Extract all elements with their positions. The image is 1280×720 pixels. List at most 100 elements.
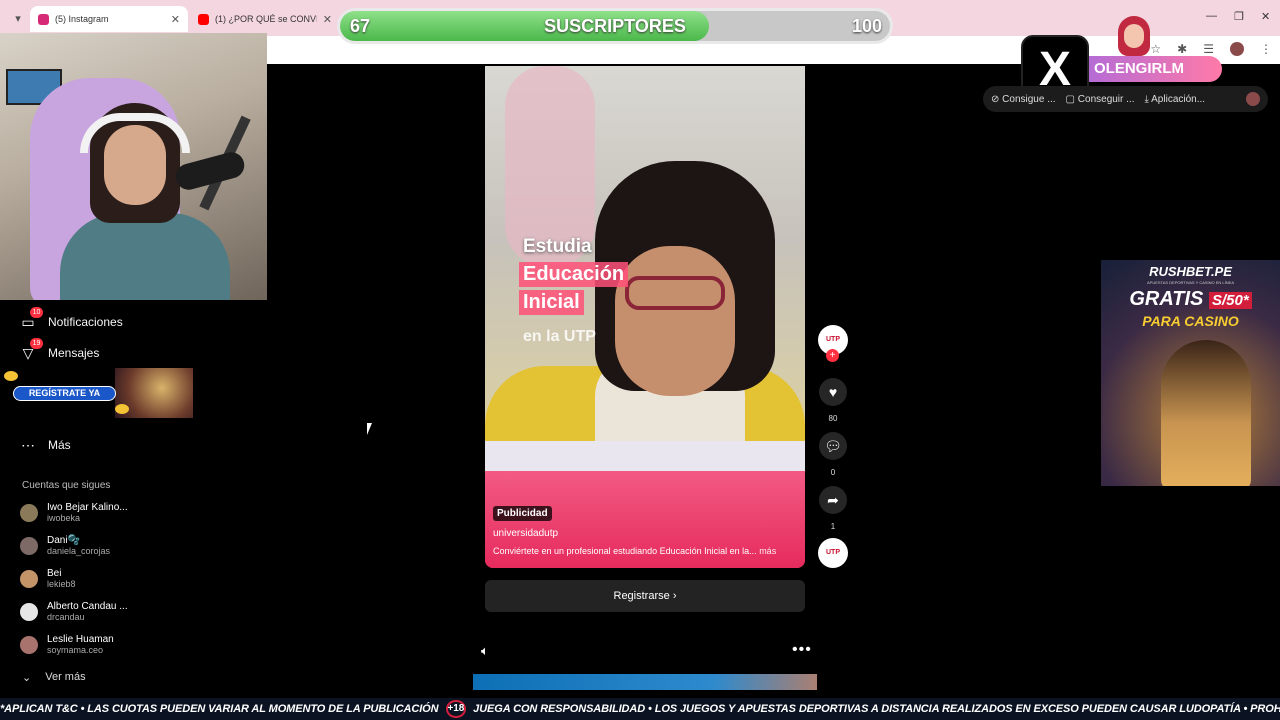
tab-instagram[interactable]: (5) Instagram ✕ (30, 6, 188, 32)
more-options-icon[interactable]: ••• (792, 641, 812, 659)
cta-label: Registrarse (613, 590, 670, 602)
following-name: Bei (47, 568, 62, 579)
nav-label: Notificaciones (48, 315, 123, 329)
following-item[interactable]: Alberto Candau ... drcandau (20, 601, 128, 622)
reel-overlay-line: en la UTP (523, 328, 596, 345)
glasses (625, 276, 725, 310)
nav-notifications[interactable]: ▭ 10 Notificaciones (20, 307, 123, 330)
nav-more[interactable]: ⋯ Más (20, 437, 71, 453)
audio-avatar[interactable]: UTP (818, 538, 848, 568)
mouse-cursor-icon (367, 423, 375, 435)
following-handle: soymama.ceo (47, 645, 104, 655)
disclaimer-ticker: *APLICAN T&C • LAS CUOTAS PUEDEN VARIAR … (0, 698, 1280, 720)
extensions-icon[interactable]: ✱ (1177, 42, 1187, 56)
sponsor-brand: RUSHBET.PE (1149, 264, 1232, 279)
girl-face (615, 246, 735, 396)
following-handle: drcandau (47, 612, 85, 622)
notifications-badge: 10 (30, 307, 43, 318)
register-now-button[interactable]: REGÍSTRATE YA (13, 386, 116, 401)
messages-badge: 19 (30, 338, 43, 349)
following-item[interactable]: Iwo Bejar Kalino... iwobeka (20, 502, 128, 523)
reel-description: Conviértete en un profesional estudiando… (493, 546, 793, 556)
bookmark-1[interactable]: ⊘ Consigue ... (991, 94, 1056, 105)
reading-list-icon[interactable]: ☰ (1203, 42, 1214, 56)
betting-promo-banner[interactable]: REGÍSTRATE YA (10, 368, 193, 418)
chevron-right-icon: › (672, 590, 677, 602)
see-more-link[interactable]: ⌄ Ver más (22, 671, 86, 684)
nav-label: Mensajes (48, 346, 100, 360)
sponsor-offer: GRATIS S/50* (1101, 288, 1280, 311)
reel-video[interactable]: Estudia Educación Inicial en la UTP Publ… (485, 66, 805, 568)
avatar (20, 503, 38, 522)
avatar (20, 602, 38, 621)
following-item[interactable]: Leslie Huaman soymama.ceo (20, 634, 114, 655)
bookmark-3[interactable]: ⤓ Aplicación... (1144, 94, 1205, 105)
streamer-handle: OLENGIRLM (1086, 56, 1222, 82)
screen: ▾ (5) Instagram ✕ (1) ¿POR QUÉ se CONVIR… (0, 0, 1280, 720)
tab-title: (1) ¿POR QUÉ se CONVIRTIÓ en (215, 14, 317, 24)
coin-icon (115, 404, 129, 414)
comments-count: 0 (830, 468, 836, 477)
shares-count: 1 (830, 522, 836, 531)
following-name: Dani🫧 (47, 535, 81, 546)
sponsor-model (1161, 340, 1251, 486)
close-tab-icon[interactable]: ✕ (171, 13, 180, 26)
avatar (20, 536, 38, 555)
profile-avatar[interactable] (1230, 42, 1244, 56)
tab-youtube[interactable]: (1) ¿POR QUÉ se CONVIRTIÓ en ✕ (190, 6, 340, 32)
chevron-down-icon: ⌄ (22, 672, 32, 684)
webcam-feed (0, 33, 267, 300)
close-window-icon[interactable]: ✕ (1261, 10, 1270, 23)
bookmark-2[interactable]: ▢ Conseguir ... (1066, 94, 1135, 105)
following-name: Alberto Candau ... (47, 601, 128, 612)
ticker-text: JUEGA CON RESPONSABILIDAD • LOS JUEGOS Y… (473, 703, 1280, 715)
avatar (20, 635, 38, 654)
browser-toolbar-icons: ☆ ✱ ☰ ⋮ (1150, 42, 1272, 56)
subscriber-goal-bar: 67 SUSCRIPTORES 100 (337, 8, 893, 44)
close-tab-icon[interactable]: ✕ (323, 13, 332, 26)
reel-account[interactable]: universidadutp (493, 528, 558, 539)
comment-icon[interactable]: 💬︎ (819, 432, 847, 460)
tab-search-chevron-icon[interactable]: ▾ (8, 10, 28, 28)
nav-messages[interactable]: ▽ 19 Mensajes (20, 338, 100, 361)
account-avatar[interactable] (1246, 92, 1260, 106)
register-cta-button[interactable]: Registrarse › (485, 580, 805, 612)
ticker-text: *APLICAN T&C • LAS CUOTAS PUEDEN VARIAR … (0, 703, 439, 715)
following-title: Cuentas que sigues (22, 480, 111, 491)
instagram-favicon-icon (38, 13, 49, 25)
notifications-icon: ▭ 10 (20, 307, 43, 330)
offer-amount: S/50* (1208, 292, 1252, 309)
streamer (40, 103, 230, 300)
speaker-icon[interactable]: 🔈︎ (481, 643, 489, 659)
following-item[interactable]: Bei lekieb8 (20, 568, 76, 589)
tab-title: (5) Instagram (55, 14, 109, 24)
following-item[interactable]: Dani🫧 daniela_corojas (20, 535, 110, 556)
sponsor-casino: PARA CASINO (1142, 313, 1239, 329)
following-handle: iwobeka (47, 513, 81, 523)
following-handle: lekieb8 (47, 579, 76, 589)
more-link[interactable]: más (759, 546, 776, 556)
reel-overlay-line: Educación (519, 262, 629, 287)
sponsor-tagline: APUESTAS DEPORTIVAS Y CASINO EN LÍNEA (1147, 280, 1234, 285)
reel-overlay-line: Estudia (523, 236, 592, 257)
streamer-mascot-icon (1113, 10, 1155, 56)
sponsor-ad: RUSHBET.PE APUESTAS DEPORTIVAS Y CASINO … (1101, 260, 1280, 486)
gratis-text: GRATIS (1129, 288, 1204, 310)
youtube-favicon-icon (198, 13, 209, 25)
subs-label: SUSCRIPTORES (544, 16, 686, 36)
age-badge: +18 (445, 700, 467, 718)
following-name: Leslie Huaman (47, 634, 114, 645)
next-reel-preview[interactable] (473, 674, 817, 690)
avatar (20, 569, 38, 588)
follow-plus-icon[interactable]: + (826, 349, 839, 362)
restore-icon[interactable]: ❐ (1234, 10, 1244, 23)
coin-icon (4, 371, 18, 381)
browser-menu-icon[interactable]: ⋮ (1260, 42, 1272, 56)
ad-label: Publicidad (493, 506, 552, 521)
like-heart-icon[interactable]: ♥ (819, 378, 847, 406)
share-icon[interactable]: ➦ (819, 486, 847, 514)
reel-overlay-line: Inicial (519, 290, 584, 315)
bookmarks-bar: ⊘ Consigue ... ▢ Conseguir ... ⤓ Aplicac… (983, 86, 1268, 112)
likes-count: 80 (828, 414, 838, 423)
minimize-icon[interactable]: — (1206, 10, 1217, 22)
